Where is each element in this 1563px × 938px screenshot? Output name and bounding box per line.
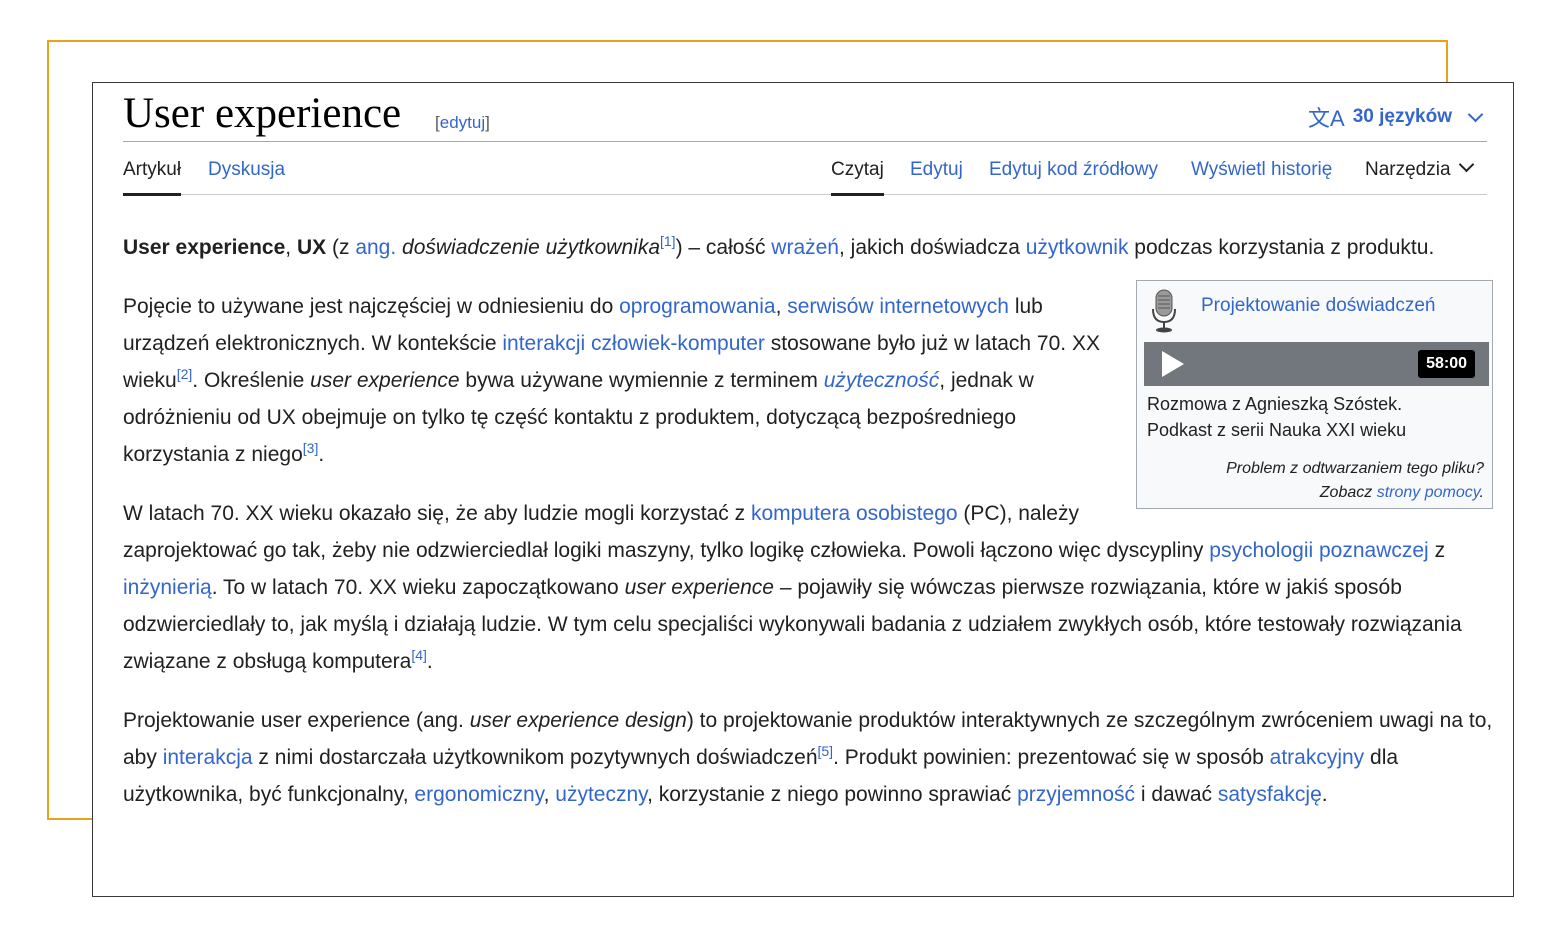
language-button[interactable]: 文A 30 języków [1308, 101, 1487, 133]
paragraph-history: W latach 70. XX wieku okazało się, że ab… [123, 502, 1462, 673]
chevron-down-icon [1458, 156, 1474, 173]
help-pages-link[interactable]: strony pomocy [1377, 484, 1480, 501]
link-interakcja[interactable]: interakcja [163, 746, 253, 769]
page-title: User experience [123, 90, 402, 137]
footnote-ref[interactable]: [5] [818, 743, 834, 759]
chevron-down-icon [1467, 106, 1484, 123]
footnote-ref[interactable]: [1] [660, 233, 676, 249]
translate-icon: 文A [1308, 106, 1345, 131]
link-inzynieria[interactable]: inżynierią [123, 576, 212, 599]
link-komputer[interactable]: komputera osobistego [751, 502, 958, 525]
page-tabs: Artykuł Dyskusja Czytaj Edytuj Edytuj ko… [123, 147, 1487, 196]
section-edit: [edytuj] [435, 113, 490, 132]
audio-player-box: Projektowanie doświadczeń 58:00 Rozmowa … [1136, 280, 1493, 509]
tab-edit-source[interactable]: Edytuj kod źródłowy [989, 159, 1158, 193]
language-count: 30 języków [1352, 106, 1452, 127]
audio-duration: 58:00 [1418, 350, 1475, 378]
paragraph-intro: User experience, UX (z ang. doświadczeni… [123, 233, 1435, 259]
link-oprogramowania[interactable]: oprogramowania [619, 295, 775, 318]
link-uzyteczny[interactable]: użyteczny [555, 783, 647, 806]
title-bar: User experience [edytuj] 文A 30 języków [123, 89, 1487, 142]
footnote-ref[interactable]: [2] [177, 366, 193, 382]
link-wrazen[interactable]: wrażeń [771, 236, 839, 259]
article-body: User experience, UX (z ang. doświadczeni… [123, 229, 1493, 835]
tools-menu[interactable]: Narzędzia [1365, 156, 1478, 193]
link-ang[interactable]: ang. [355, 236, 396, 259]
microphone-icon [1152, 289, 1176, 333]
link-hci[interactable]: interakcji człowiek-komputer [502, 332, 765, 355]
tab-article[interactable]: Artykuł [123, 159, 182, 196]
audio-help: Problem z odtwarzaniem tego pliku? Zobac… [1226, 460, 1484, 501]
link-ergonomiczny[interactable]: ergonomiczny [414, 783, 543, 806]
link-uzytkownik[interactable]: użytkownik [1026, 236, 1129, 259]
link-serwisow[interactable]: serwisów internetowych [787, 295, 1009, 318]
article-card: User experience [edytuj] 文A 30 języków A… [92, 82, 1514, 897]
link-uzytecznosc[interactable]: użyteczność [824, 369, 940, 392]
play-icon[interactable] [1162, 351, 1184, 377]
link-satysfakcja[interactable]: satysfakcję [1218, 783, 1322, 806]
audio-title-link[interactable]: Projektowanie doświadczeń [1201, 293, 1435, 319]
link-przyjemnosc[interactable]: przyjemność [1017, 783, 1135, 806]
link-atrakcyjny[interactable]: atrakcyjny [1270, 746, 1365, 769]
tab-talk[interactable]: Dyskusja [208, 159, 285, 193]
tab-edit[interactable]: Edytuj [910, 159, 963, 193]
tab-history[interactable]: Wyświetl historię [1191, 159, 1332, 193]
footnote-ref[interactable]: [4] [411, 647, 427, 663]
edit-section-link[interactable]: edytuj [440, 113, 485, 132]
audio-player[interactable]: 58:00 [1144, 342, 1489, 386]
link-psychologia[interactable]: psychologii poznawczej [1209, 539, 1428, 562]
footnote-ref[interactable]: [3] [303, 440, 319, 456]
audio-description: Rozmowa z Agnieszką Szóstek. Podkast z s… [1147, 394, 1407, 440]
tab-read[interactable]: Czytaj [831, 159, 884, 196]
paragraph-design: Projektowanie user experience (ang. user… [123, 709, 1493, 806]
